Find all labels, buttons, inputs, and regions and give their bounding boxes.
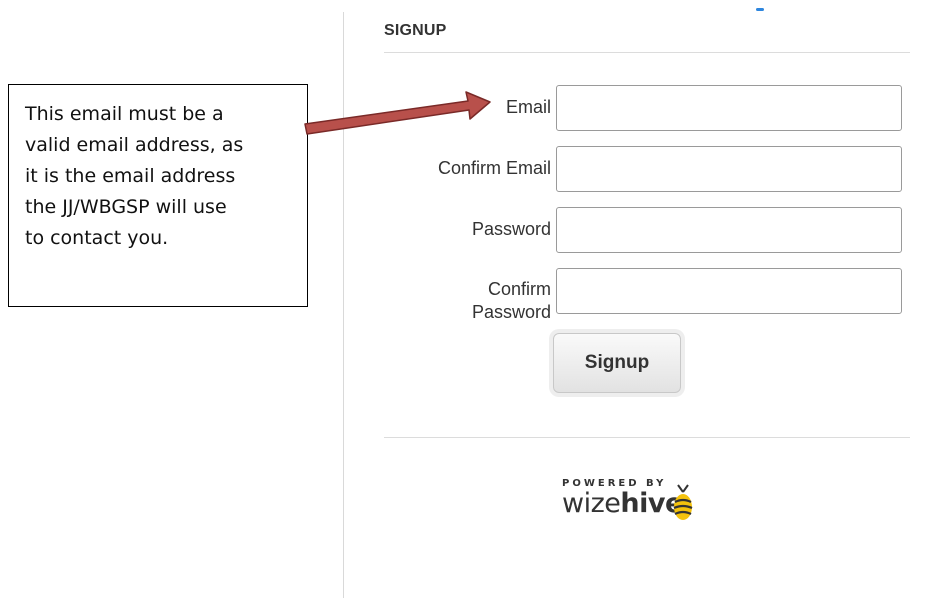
powered-by-logo: POWERED BY wizehive: [562, 478, 693, 538]
signup-button[interactable]: Signup: [553, 333, 681, 393]
confirm-password-label-line2: Password: [471, 302, 551, 322]
section-title: SIGNUP: [384, 22, 447, 39]
callout-line: the JJ/WBGSP will use: [25, 196, 227, 218]
annotation-callout: This email must be a valid email address…: [8, 84, 308, 307]
confirm-password-label: Confirm Password: [420, 278, 551, 324]
password-field[interactable]: [556, 207, 902, 253]
section-divider: [384, 52, 910, 53]
callout-line: to contact you.: [25, 227, 169, 249]
callout-line: it is the email address: [25, 165, 236, 187]
wizehive-bee-icon: [673, 484, 693, 520]
confirm-password-label-line1: Confirm: [487, 279, 551, 299]
confirm-email-label: Confirm Email: [437, 158, 551, 178]
confirm-email-field[interactable]: [556, 146, 902, 192]
email-field[interactable]: [556, 85, 902, 131]
password-label: Password: [471, 219, 551, 239]
brand-name: wizehive: [562, 488, 683, 519]
email-label: Email: [505, 97, 551, 117]
confirm-password-field[interactable]: [556, 268, 902, 314]
footer-divider: [384, 437, 910, 438]
brand-prefix: wize: [562, 488, 621, 519]
callout-line: valid email address, as: [25, 134, 244, 156]
accent-mark: [756, 8, 764, 11]
callout-line: This email must be a: [25, 103, 224, 125]
